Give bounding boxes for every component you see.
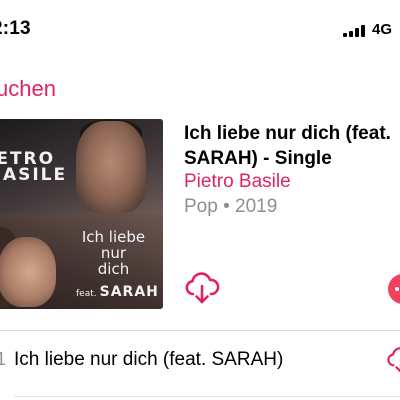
- album-artwork[interactable]: IETRO BASILE Ich liebe nur dich feat.SAR…: [0, 119, 163, 309]
- album-title: Ich liebe nur dich (feat. SARAH) - Singl…: [184, 123, 391, 169]
- cloud-download-icon[interactable]: [184, 272, 220, 306]
- track-number: 1: [0, 349, 7, 369]
- signal-strength-icon: [343, 25, 367, 37]
- artwork-feat-text: feat. SARAH: [76, 284, 159, 300]
- artwork-featured-photo: [0, 237, 56, 307]
- divider: [0, 330, 400, 331]
- artwork-title-text: Ich liebe nur dich: [81, 228, 146, 278]
- back-button[interactable]: uchen: [0, 76, 56, 102]
- artwork-artist-photo: [76, 121, 146, 213]
- album-screen: 2:13 4G uchen IETRO BASILE Ich liebe nur…: [0, 0, 400, 400]
- genre-year: Pop • 2019: [184, 196, 278, 217]
- cloud-download-icon[interactable]: [386, 346, 400, 376]
- artist-link[interactable]: Pietro Basile: [184, 171, 291, 193]
- track-title[interactable]: Ich liebe nur dich (feat. SARAH): [14, 349, 283, 371]
- divider: [14, 396, 400, 397]
- more-icon[interactable]: [388, 274, 400, 304]
- artwork-artist-text: IETRO BASILE: [0, 149, 68, 185]
- network-type: 4G: [372, 21, 393, 38]
- status-time: 2:13: [0, 18, 31, 39]
